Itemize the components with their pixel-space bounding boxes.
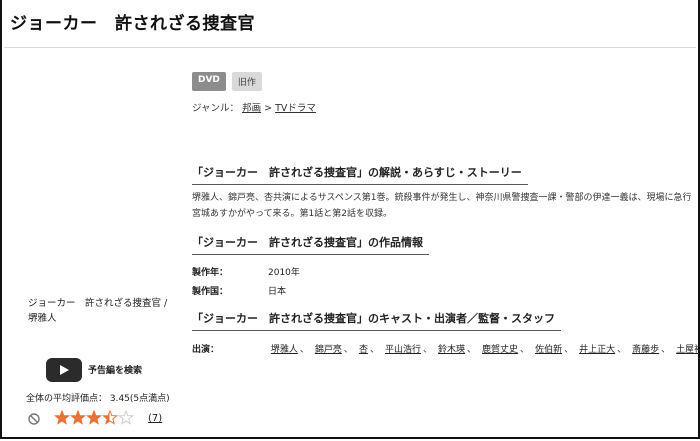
cast-member-link[interactable]: 土屋裕一 [676,345,698,355]
title-divider [4,47,696,48]
sidebar-title: ジョーカー 許されざる捜査官 / 堺雅人 [28,296,178,326]
content-frame: ジョーカー 許されざる捜査官 DVD 旧作 ジャンル： 邦画 > TVドラマ 「… [0,0,700,439]
cast-member-link[interactable]: 鈴木瑛 [438,345,465,355]
cast-member-link[interactable]: 井上正大 [579,345,615,355]
rating-star-icon [54,410,70,425]
genre-label: ジャンル： [192,103,240,114]
tag-list: DVD 旧作 [192,72,262,91]
cast-separator: 、 [422,345,432,355]
cast-member-link[interactable]: 杏 [359,345,368,355]
cast-separator: 、 [520,345,530,355]
country-label: 製作国： [192,287,229,297]
genre-separator: > [264,103,273,114]
cast-member-link[interactable]: 斎藤歩 [632,345,659,355]
cast-list: 堺雅人、錦戸亮、杏、平山浩行、鈴木瑛、鹿賀丈史、佐伯新、井上正大、斎藤歩、土屋裕… [271,345,698,355]
trailer-search-link[interactable]: 予告編を検索 [88,363,142,376]
sidebar-title-line: ジョーカー 許されざる捜査官 / [28,298,168,309]
block-icon[interactable] [28,413,40,425]
cast-label: 出演： [192,345,220,355]
average-rating-text: 全体の平均評価点： 3.45(5点満点) [26,394,170,404]
info-heading: 「ジョーカー 許されざる捜査官」の作品情報 [192,234,429,255]
rating-star-icon [118,410,134,425]
country-value: 日本 [268,287,287,297]
cast-separator: 、 [369,345,379,355]
cast-separator: 、 [343,345,353,355]
tag-dvd: DVD [192,72,226,91]
tag-old: 旧作 [231,72,262,91]
cast-member-link[interactable]: 堺雅人 [271,345,298,355]
synopsis-line: 宮城あすかがやって来る。第1話と第2話を収録。 [192,209,393,219]
cast-member-link[interactable]: 錦戸亮 [315,345,342,355]
genre-link-hoga[interactable]: 邦画 [242,103,261,114]
year-label: 製作年： [192,268,229,278]
rating-star-icon [102,410,118,425]
cast-member-link[interactable]: 鹿賀丈史 [482,345,518,355]
year-value: 2010年 [268,268,300,278]
page-title: ジョーカー 許されざる捜査官 [10,14,255,34]
info-country-row: 製作国： 日本 [192,284,286,297]
cast-separator: 、 [617,345,627,355]
review-count-link[interactable]: (7) [148,413,162,424]
genre-link-tvdrama[interactable]: TVドラマ [275,103,316,114]
cast-separator: 、 [467,345,477,355]
synopsis-heading: 「ジョーカー 許されざる捜査官」の解説・あらすじ・ストーリー [192,164,528,185]
cast-row: 出演： 堺雅人、錦戸亮、杏、平山浩行、鈴木瑛、鹿賀丈史、佐伯新、井上正大、斎藤歩… [192,342,698,355]
rating-star-icon [86,410,102,425]
cast-member-link[interactable]: 平山浩行 [385,345,421,355]
cast-member-link[interactable]: 佐伯新 [535,345,562,355]
cast-heading: 「ジョーカー 許されざる捜査官」のキャスト・出演者／監督・スタッフ [192,310,561,331]
genre-breadcrumb: ジャンル： 邦画 > TVドラマ [192,100,316,114]
synopsis-text: 堺雅人、錦戸亮、杏共演によるサスペンス第1巻。銃殺事件が発生し、神奈川県警捜査一… [192,190,698,222]
rating-star-icon [70,410,86,425]
info-year-row: 製作年： 2010年 [192,265,300,278]
cast-separator: 、 [299,345,309,355]
cast-separator: 、 [564,345,574,355]
star-rating [54,410,134,425]
play-trailer-icon[interactable] [46,358,82,382]
synopsis-line: 堺雅人、錦戸亮、杏共演によるサスペンス第1巻。銃殺事件が発生し、神奈川県警捜査一… [192,193,692,203]
sidebar-title-line: 堺雅人 [28,313,57,324]
cast-separator: 、 [661,345,671,355]
